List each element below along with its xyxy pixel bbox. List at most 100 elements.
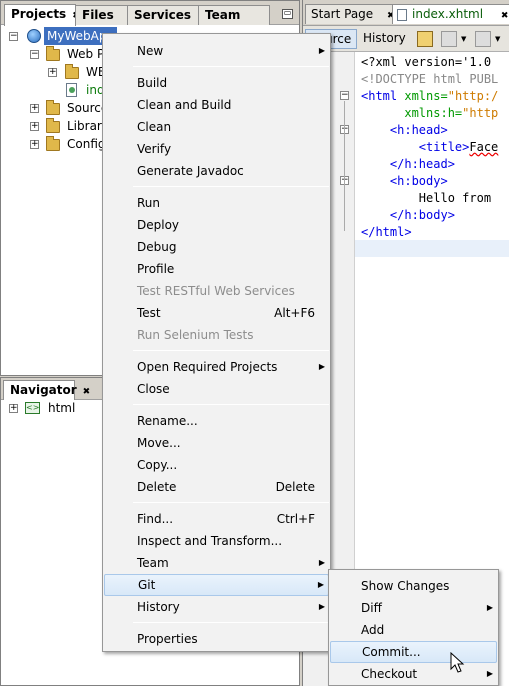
expand-icon[interactable]: +: [30, 104, 39, 113]
collapse-icon[interactable]: −: [30, 50, 39, 59]
menu-item-delete[interactable]: Delete Delete: [104, 476, 329, 498]
menu-separator: [133, 350, 329, 351]
code-line: <title>Face: [361, 139, 498, 156]
menu-item-close[interactable]: Close: [104, 378, 329, 400]
menu-item-label: Open Required Projects: [137, 360, 278, 374]
menu-separator: [133, 622, 329, 623]
expand-icon[interactable]: +: [30, 140, 39, 149]
tab-navigator[interactable]: Navigator ✖: [3, 380, 90, 400]
menu-item-history[interactable]: History ▶: [104, 596, 329, 618]
menu-item-label: Properties: [137, 632, 198, 646]
git-menu-item-checkout[interactable]: Checkout ▶: [330, 663, 497, 685]
code-text: Face: [469, 140, 499, 154]
menu-item-profile[interactable]: Profile: [104, 258, 329, 280]
menu-item-deploy[interactable]: Deploy: [104, 214, 329, 236]
folder-icon: [46, 100, 60, 115]
expand-icon[interactable]: +: [48, 68, 57, 77]
back-icon[interactable]: [441, 31, 457, 47]
menu-item-clean-and-build[interactable]: Clean and Build: [104, 94, 329, 116]
menu-item-label: Git: [138, 578, 156, 592]
code-tag: </h:head>: [361, 157, 455, 171]
menu-item-move[interactable]: Move...: [104, 432, 329, 454]
menu-item-build[interactable]: Build: [104, 72, 329, 94]
code-text: Hello from: [361, 191, 492, 205]
menu-item-generate-javadoc[interactable]: Generate Javadoc: [104, 160, 329, 182]
tab-team[interactable]: Team: [198, 5, 270, 25]
history-button[interactable]: History: [359, 29, 409, 49]
menu-item-run[interactable]: Run: [104, 192, 329, 214]
menu-item-test[interactable]: Test Alt+F6: [104, 302, 329, 324]
code-line: <h:head>: [361, 122, 448, 139]
menu-item-find[interactable]: Find... Ctrl+F: [104, 508, 329, 530]
close-icon[interactable]: ✖: [83, 387, 91, 397]
code-string: "http: [462, 106, 499, 120]
submenu-arrow-icon: ▶: [318, 558, 325, 567]
chevron-down-icon[interactable]: ▼: [495, 35, 500, 43]
code-text: <?xml version='1.0: [361, 55, 492, 69]
code-line: </html>: [361, 224, 412, 241]
git-submenu: Show Changes Diff ▶ Add Commit... Checkout ▶: [328, 569, 499, 686]
tab-index-xhtml-label: index.xhtml: [412, 7, 484, 21]
git-menu-item-diff[interactable]: Diff ▶: [330, 597, 497, 619]
forward-icon[interactable]: [475, 31, 491, 47]
menu-item-label: Close: [137, 382, 170, 396]
menu-item-git[interactable]: Git ▶: [104, 574, 329, 596]
menu-item-clean[interactable]: Clean: [104, 116, 329, 138]
menu-item-label: Debug: [137, 240, 177, 254]
menu-item-label: Test RESTful Web Services: [137, 284, 295, 298]
code-line: xmlns:h="http: [361, 105, 498, 122]
tree-item-label: html: [48, 401, 76, 415]
expand-icon[interactable]: +: [9, 404, 18, 413]
menu-item-label: Find...: [137, 512, 174, 526]
folder-icon: [46, 46, 60, 61]
menu-item-label: History: [137, 600, 180, 614]
code-tag: </html>: [361, 225, 412, 239]
menu-item-label: Clean and Build: [137, 98, 232, 112]
expand-icon[interactable]: +: [30, 122, 39, 131]
code-string: "http:/: [447, 89, 499, 103]
tab-start-page-label: Start Page: [311, 7, 374, 21]
menu-item-label: Checkout: [361, 667, 418, 681]
menu-item-rename[interactable]: Rename...: [104, 410, 329, 432]
fold-icon[interactable]: −: [340, 91, 349, 100]
menu-item-open-required-projects[interactable]: Open Required Projects ▶: [104, 356, 329, 378]
html-tag-icon: <>: [25, 402, 40, 414]
menu-item-label: Profile: [137, 262, 175, 276]
git-menu-item-commit[interactable]: Commit...: [330, 641, 497, 663]
tab-projects[interactable]: Projects✖: [4, 4, 80, 26]
menu-item-label: Commit...: [362, 645, 421, 659]
tab-services[interactable]: Services: [127, 5, 199, 25]
close-icon[interactable]: ✖: [501, 11, 509, 21]
current-line-highlight: [355, 240, 509, 257]
library-icon: [46, 118, 60, 133]
menu-item-verify[interactable]: Verify: [104, 138, 329, 160]
code-text: <!DOCTYPE html PUBL: [361, 72, 499, 86]
git-menu-item-add[interactable]: Add: [330, 619, 497, 641]
git-menu-item-show-changes[interactable]: Show Changes: [330, 575, 497, 597]
tab-index-xhtml[interactable]: index.xhtml ✖: [392, 4, 509, 24]
chevron-down-icon[interactable]: ▼: [461, 35, 466, 43]
fold-line: [344, 101, 345, 231]
menu-item-debug[interactable]: Debug: [104, 236, 329, 258]
minimize-icon[interactable]: ▭: [282, 9, 293, 19]
code-tag: </h:body>: [361, 208, 455, 222]
menu-item-inspect-and-transform[interactable]: Inspect and Transform...: [104, 530, 329, 552]
menu-item-new[interactable]: New ▶: [104, 40, 329, 62]
code-line: Hello from: [361, 190, 491, 207]
tab-files[interactable]: Files: [75, 5, 128, 25]
tab-start-page[interactable]: Start Page ✖: [305, 4, 401, 24]
code-tag: <html: [361, 89, 405, 103]
menu-item-properties[interactable]: Properties: [104, 628, 329, 650]
menu-item-team[interactable]: Team ▶: [104, 552, 329, 574]
menu-separator: [133, 404, 329, 405]
submenu-arrow-icon: ▶: [486, 603, 493, 612]
navigator-item-html[interactable]: html: [48, 399, 75, 417]
menu-item-label: Clean: [137, 120, 172, 134]
menu-item-label: Inspect and Transform...: [137, 534, 283, 548]
code-line: <!DOCTYPE html PUBL: [361, 71, 498, 88]
last-edit-icon[interactable]: [417, 31, 433, 47]
collapse-icon[interactable]: −: [9, 32, 18, 41]
menu-item-copy[interactable]: Copy...: [104, 454, 329, 476]
shortcut-label: Ctrl+F: [276, 512, 315, 526]
submenu-arrow-icon: ▶: [318, 362, 325, 371]
